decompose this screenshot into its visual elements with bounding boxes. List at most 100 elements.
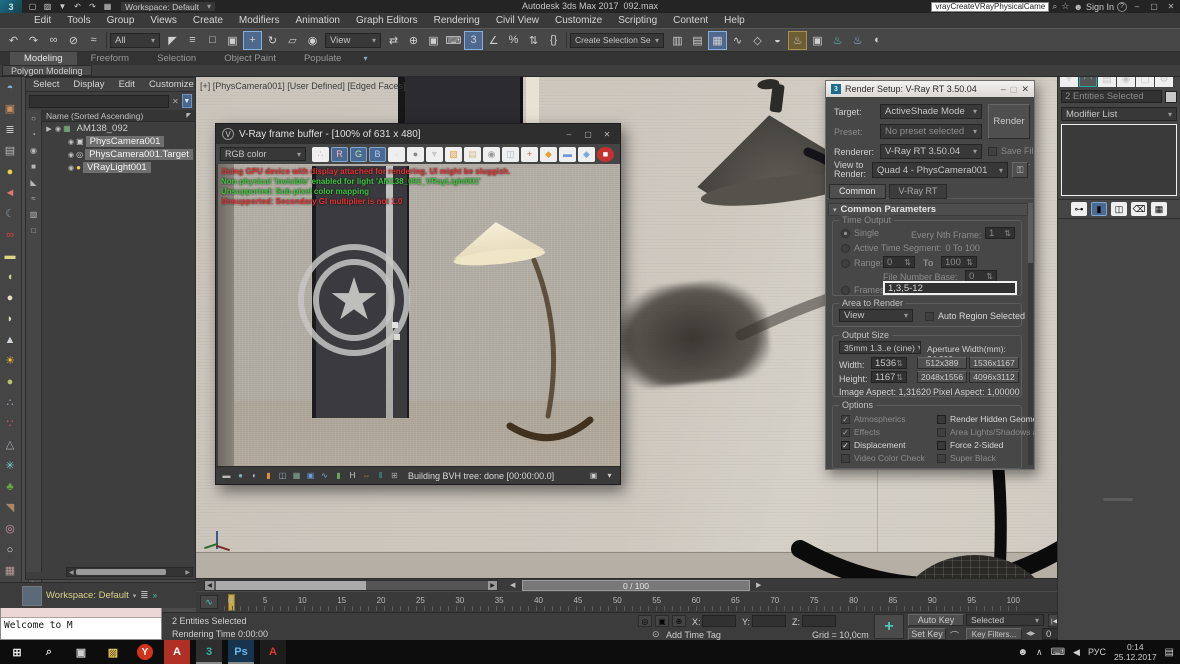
x-input[interactable]	[702, 615, 736, 627]
isolate-selection-icon[interactable]: ◎	[638, 615, 652, 627]
time-slider-left-arrow[interactable]: ◀	[510, 581, 515, 589]
renderer-dropdown[interactable]: V-Ray RT 3.50.04	[880, 144, 982, 159]
use-pivot-icon[interactable]: ◉	[303, 31, 322, 50]
snowflake-icon[interactable]: ✳	[0, 455, 20, 476]
notification-center-icon[interactable]: ▤	[1165, 647, 1174, 658]
plane-icon[interactable]: ●	[0, 287, 20, 308]
spinner-snap-icon[interactable]: ⇅	[524, 31, 543, 50]
explorer-hscrollbar[interactable]: ◀ ▶	[66, 567, 193, 577]
res-4096x3112-button[interactable]: 4096x3112	[969, 371, 1019, 383]
network-icon[interactable]: ⌨	[1051, 647, 1065, 658]
vfb-footer-grid-icon[interactable]: ▦	[290, 470, 303, 482]
volume-icon[interactable]: ◀	[1073, 647, 1080, 658]
explorer-menu-item[interactable]: Edit	[112, 77, 142, 92]
explorer-filter-icon[interactable]: ▼	[182, 94, 192, 108]
align-icon[interactable]: ⊕	[404, 31, 423, 50]
vfb-footer-pan-icon[interactable]: ▬	[220, 470, 233, 482]
vfb-footer-curve-icon[interactable]: ∿	[318, 470, 331, 482]
render-production-icon[interactable]: ♨	[828, 31, 847, 50]
vfb-stop-icon[interactable]: ■	[597, 147, 614, 162]
project-folder-icon[interactable]: ▦	[101, 1, 114, 13]
start-button[interactable]: ⊞	[4, 640, 30, 664]
vfb-load-image-icon[interactable]: ▨	[445, 147, 462, 162]
object-name-field[interactable]: 2 Entities Selected	[1061, 90, 1162, 103]
explorer-cameras-filter-icon[interactable]: ■	[26, 158, 41, 174]
z-input[interactable]	[802, 615, 836, 627]
autocad-button[interactable]: A	[164, 640, 190, 664]
light-icon[interactable]: ●	[0, 161, 20, 182]
activeshade-icon[interactable]: ◐	[868, 31, 887, 50]
window-crossing-icon[interactable]: ▣	[223, 31, 242, 50]
menu-item[interactable]: Help	[716, 13, 753, 28]
explorer-button[interactable]: ▨	[100, 640, 126, 664]
menu-item[interactable]: Modifiers	[231, 13, 288, 28]
board-icon[interactable]: ▦	[0, 560, 20, 581]
opt-effects[interactable]: Effects	[841, 427, 933, 437]
glasses-icon[interactable]: ∞	[0, 224, 20, 245]
explorer-lights-filter-icon[interactable]: ◉	[26, 142, 41, 158]
vfb-minimize-button[interactable]: –	[562, 129, 576, 140]
unlink-icon[interactable]: ⊘	[64, 31, 83, 50]
maximize-button[interactable]: ▢	[1147, 1, 1161, 12]
explorer-row-physcamera[interactable]: ◉ ▣ PhysCamera001	[42, 135, 195, 148]
opt-video-color[interactable]: Video Color Check	[841, 453, 933, 463]
search-icon[interactable]: ⌕	[1052, 1, 1057, 12]
vfb-exposure-icon[interactable]: ▬	[559, 147, 576, 162]
open-file-icon[interactable]: ▨	[41, 1, 54, 13]
task-view-button[interactable]: ▣	[68, 640, 94, 664]
render-setup-icon[interactable]: ♨	[788, 31, 807, 50]
projector-icon[interactable]: ◄	[0, 182, 20, 203]
vfb-footer-zoom-icon[interactable]: ●	[234, 470, 247, 482]
shell-icon[interactable]: ◎	[0, 518, 20, 539]
sun-icon[interactable]: ☀	[0, 350, 20, 371]
render-setup-tab[interactable]: V-Ray RT	[889, 184, 948, 199]
select-manipulate-icon[interactable]: ▣	[424, 31, 443, 50]
bind-spacewarp-icon[interactable]: ≈	[84, 31, 103, 50]
vfb-maximize-button[interactable]: ▢	[581, 129, 595, 140]
mirror-icon[interactable]: ⇄	[384, 31, 403, 50]
vfb-footer-swap-icon[interactable]: ⇔	[360, 470, 373, 482]
vfb-green-channel-icon[interactable]: G	[350, 147, 367, 162]
select-link-icon[interactable]: ∞	[44, 31, 63, 50]
key-filters-button[interactable]: Key Filters...	[966, 628, 1022, 640]
render-setup-titlebar[interactable]: 3 Render Setup: V-Ray RT 3.50.04 – ▢ ✕	[826, 81, 1034, 97]
preset-dropdown[interactable]: No preset selected	[880, 124, 982, 139]
photoshop-button[interactable]: Ps	[228, 640, 254, 664]
track-bar[interactable]: ∿ 05101520253035404550556065707580859095…	[196, 591, 1057, 612]
3dsmax-button[interactable]: 3	[196, 640, 222, 664]
opt-render-hidden[interactable]: Render Hidden Geometry	[937, 414, 1035, 424]
auto-region-checkbox[interactable]: Auto Region Selected	[925, 311, 1025, 321]
community-icon[interactable]: ☆	[1061, 1, 1069, 12]
time-tag-icon[interactable]: ⊙	[652, 629, 660, 640]
rotate-icon[interactable]: ↻	[263, 31, 282, 50]
frames-input[interactable]: 1,3,5-12	[883, 281, 1017, 295]
size-preset-dropdown[interactable]: 35mm 1.3..e (cine)	[839, 341, 921, 354]
vfb-footer-h-icon[interactable]: H	[346, 470, 359, 482]
keyboard-override-icon[interactable]: ⌨	[444, 31, 463, 50]
explorer-find-icon[interactable]: ○	[26, 110, 41, 126]
ribbon-tab[interactable]: Selection	[143, 52, 210, 65]
single-radio[interactable]: Single	[841, 228, 879, 238]
vfb-footer-green-icon[interactable]: ▮	[332, 470, 345, 482]
dialog-minimize-button[interactable]: –	[1001, 84, 1006, 94]
add-time-tag-text[interactable]: Add Time Tag	[666, 630, 721, 640]
ribbon-toggle-icon[interactable]: ▦	[708, 31, 727, 50]
teapot-icon[interactable]: ◓	[0, 77, 20, 98]
select-region-icon[interactable]: □	[203, 31, 222, 50]
configure-sets-button[interactable]: ▦	[1151, 202, 1167, 216]
vfb-blue-channel-icon[interactable]: B	[369, 147, 386, 162]
help-icon[interactable]: ?	[1117, 2, 1127, 12]
global-search-input[interactable]	[931, 2, 1049, 12]
notes-icon[interactable]: ≣	[0, 119, 20, 140]
vfb-close-button[interactable]: ✕	[600, 129, 614, 140]
vfb-titlebar[interactable]: V V-Ray frame buffer - [100% of 631 x 48…	[216, 124, 620, 144]
polygon-modeling-tab[interactable]: Polygon Modeling	[2, 65, 92, 76]
tray-expand-icon[interactable]: ∧	[1036, 647, 1043, 658]
vfb-region-render-icon[interactable]: +	[521, 147, 538, 162]
height-input[interactable]: 1167	[871, 371, 907, 383]
frame-step-icon[interactable]: ◀▶	[1026, 630, 1035, 637]
vfb-alpha-channel-icon[interactable]: ●	[388, 147, 405, 162]
preview-icon[interactable]: ▣	[0, 98, 20, 119]
sphere-icon[interactable]: ●	[0, 371, 20, 392]
menu-item[interactable]: Graph Editors	[348, 13, 426, 28]
